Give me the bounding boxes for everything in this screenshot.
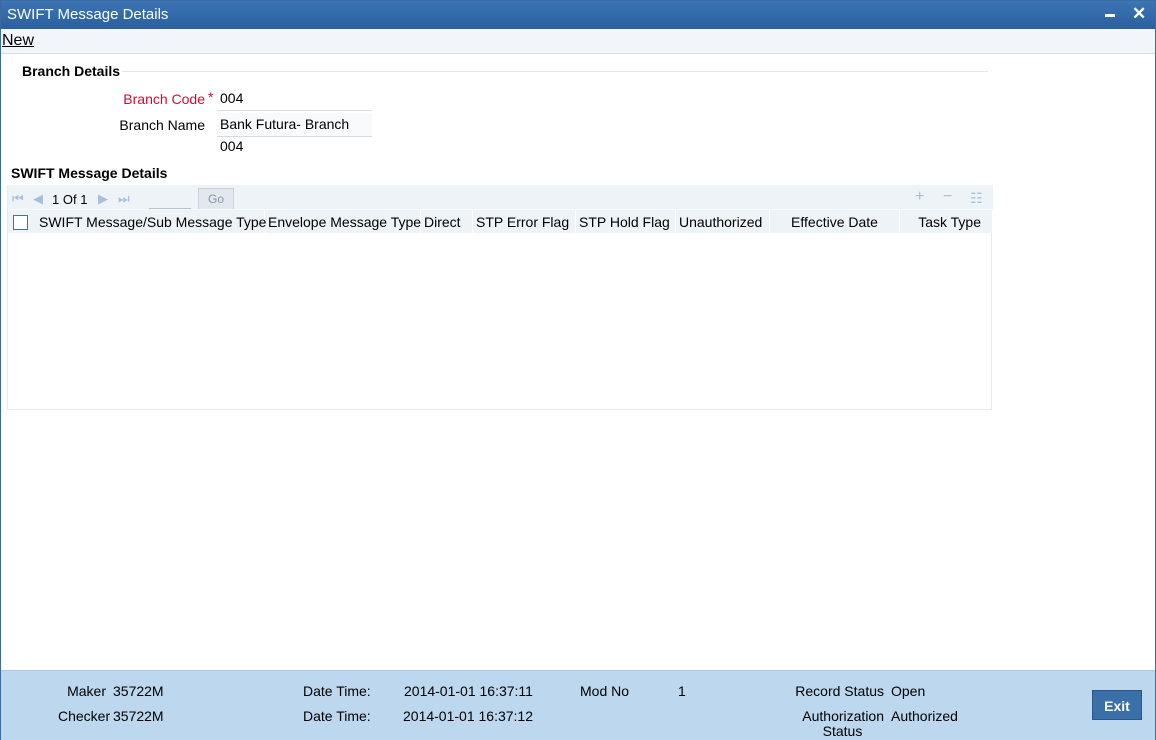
column-header-message-type[interactable]: SWIFT Message/Sub Message Type <box>38 210 266 234</box>
maker-date-time-label: Date Time: <box>303 683 371 699</box>
branch-code-label: Branch Code <box>123 91 205 107</box>
checker-date-time-label: Date Time: <box>303 708 371 724</box>
page-number-input[interactable] <box>149 189 191 209</box>
record-status-label: Record Status <box>795 683 884 699</box>
maker-value: 35722M <box>113 683 164 699</box>
authorization-status-label: Authorization Status <box>802 708 884 739</box>
title-bar: SWIFT Message Details ✕ <box>1 1 1155 29</box>
grid-header-row: SWIFT Message/Sub Message Type Envelope … <box>8 209 993 234</box>
minimize-icon[interactable] <box>1105 14 1115 17</box>
exit-button[interactable]: Exit <box>1092 690 1142 720</box>
checker-date-time-value: 2014-01-01 16:37:12 <box>403 708 533 724</box>
add-row-icon[interactable]: + <box>915 188 924 206</box>
section-divider <box>122 71 988 72</box>
go-button[interactable]: Go <box>198 188 234 210</box>
column-header-effective-date[interactable]: Effective Date <box>770 210 900 234</box>
close-icon[interactable]: ✕ <box>1132 4 1146 24</box>
mod-no-label: Mod No <box>580 683 630 699</box>
record-status-value: Open <box>891 683 926 699</box>
branch-code-field[interactable]: 004 <box>217 87 372 111</box>
column-header-direct[interactable]: Direct <box>421 210 473 234</box>
swift-details-heading: SWIFT Message Details <box>11 165 168 181</box>
mod-no-value: 1 <box>678 683 686 699</box>
branch-details-heading: Branch Details <box>22 63 121 79</box>
column-header-stp-hold-flag[interactable]: STP Hold Flag <box>576 210 676 234</box>
menu-bar: New <box>1 29 1155 54</box>
maker-date-time-value: 2014-01-01 16:37:11 <box>404 683 533 699</box>
swift-message-details-window: SWIFT Message Details ✕ New Branch Detai… <box>0 0 1156 740</box>
column-header-task-type[interactable]: Task Type <box>900 210 993 234</box>
delete-row-icon[interactable]: − <box>943 188 952 206</box>
column-header-unauthorized[interactable]: Unauthorized <box>676 210 770 234</box>
new-link[interactable]: New <box>2 32 34 50</box>
page-info: 1 Of 1 <box>52 192 88 207</box>
column-header-stp-error-flag[interactable]: STP Error Flag <box>473 210 576 234</box>
audit-footer: Maker 35722M Checker 35722M Date Time: 2… <box>1 670 1155 740</box>
branch-name-label: Branch Name <box>119 117 205 133</box>
required-marker: * <box>208 89 214 105</box>
last-page-icon[interactable]: ⏭ <box>118 191 130 207</box>
column-header-envelope-type[interactable]: Envelope Message Type <box>265 210 421 234</box>
checker-value: 35722M <box>113 708 164 724</box>
select-all-checkbox[interactable] <box>13 215 28 230</box>
branch-name-field[interactable]: Bank Futura- Branch 004 <box>217 113 372 154</box>
authorization-status-value: Authorized <box>891 708 958 724</box>
view-row-icon[interactable]: ☷ <box>970 190 983 207</box>
next-page-icon[interactable]: ▶ <box>98 191 108 207</box>
maker-label: Maker <box>67 683 106 699</box>
window-title: SWIFT Message Details <box>7 6 169 23</box>
previous-page-icon[interactable]: ◀ <box>33 191 43 207</box>
first-page-icon[interactable]: ⏮ <box>12 191 24 207</box>
swift-details-grid: ⏮ ◀ 1 Of 1 ▶ ⏭ Go + − ☷ SWIFT Message/Su… <box>7 185 993 410</box>
